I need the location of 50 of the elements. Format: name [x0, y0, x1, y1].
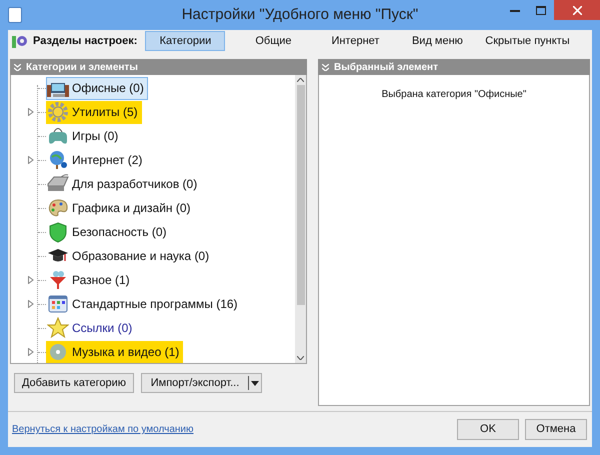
section-tab[interactable]: Общие: [233, 31, 314, 51]
app-icon: [8, 7, 22, 23]
category-item[interactable]: Интернет (2): [46, 148, 146, 172]
selection-message: Выбрана категория "Офисные": [382, 88, 526, 102]
cancel-button[interactable]: Отмена: [525, 419, 587, 440]
panel-title: Категории и элементы: [26, 60, 138, 74]
category-item[interactable]: Разное (1): [46, 268, 134, 292]
globe-icon: [47, 149, 69, 171]
caret-icon: [251, 380, 259, 386]
category-item[interactable]: Для разработчиков (0): [46, 172, 202, 196]
expand-icon[interactable]: [28, 156, 34, 164]
category-item[interactable]: Стандартные программы (16): [46, 292, 242, 316]
scrollbar[interactable]: [295, 75, 306, 363]
expand-icon[interactable]: [28, 300, 34, 308]
palette-icon: [47, 197, 69, 219]
category-item[interactable]: Музыка и видео (1): [46, 340, 184, 363]
toolbar-label: Разделы настроек:: [33, 34, 138, 49]
expand-icon[interactable]: [28, 276, 34, 284]
expand-icon[interactable]: [28, 108, 34, 116]
category-item[interactable]: Утилиты (5): [46, 100, 142, 124]
minimize-icon: [510, 8, 520, 12]
section-tab[interactable]: Скрытые пункты: [479, 31, 576, 51]
scroll-up-icon[interactable]: [297, 78, 304, 82]
category-item[interactable]: Ссылки (0): [46, 316, 136, 340]
category-item[interactable]: Игры (0): [46, 124, 122, 148]
category-item[interactable]: Образование и наука (0): [46, 244, 214, 268]
import-export-button[interactable]: Импорт/экспорт...: [141, 373, 262, 393]
scroll-down-icon[interactable]: [297, 356, 304, 360]
shield-icon: [47, 221, 69, 243]
scroll-thumb[interactable]: [296, 85, 304, 305]
panel-title: Выбранный элемент: [334, 60, 438, 74]
category-item[interactable]: Безопасность (0): [46, 220, 171, 244]
section-tab[interactable]: Интернет: [315, 31, 396, 51]
star-icon: [47, 317, 69, 339]
reset-defaults-link[interactable]: Вернуться к настройкам по умолчанию: [12, 422, 194, 437]
close-button[interactable]: [554, 0, 600, 20]
maximize-icon: [536, 6, 546, 14]
ok-button[interactable]: OK: [457, 419, 519, 440]
disc-icon: [47, 341, 69, 363]
section-tab[interactable]: Вид меню: [397, 31, 478, 51]
window-icon: [47, 293, 69, 315]
section-tab[interactable]: Категории: [145, 31, 226, 51]
collapse-icon[interactable]: [322, 64, 329, 70]
expand-icon[interactable]: [28, 348, 34, 356]
category-item[interactable]: Офисные (0): [46, 76, 148, 100]
category-item[interactable]: Графика и дизайн (0): [46, 196, 195, 220]
window-title: Настройки "Удобного меню "Пуск": [180, 4, 420, 25]
close-icon: [572, 6, 582, 14]
collapse-icon[interactable]: [14, 64, 21, 70]
add-category-button[interactable]: Добавить категорию: [14, 373, 134, 393]
